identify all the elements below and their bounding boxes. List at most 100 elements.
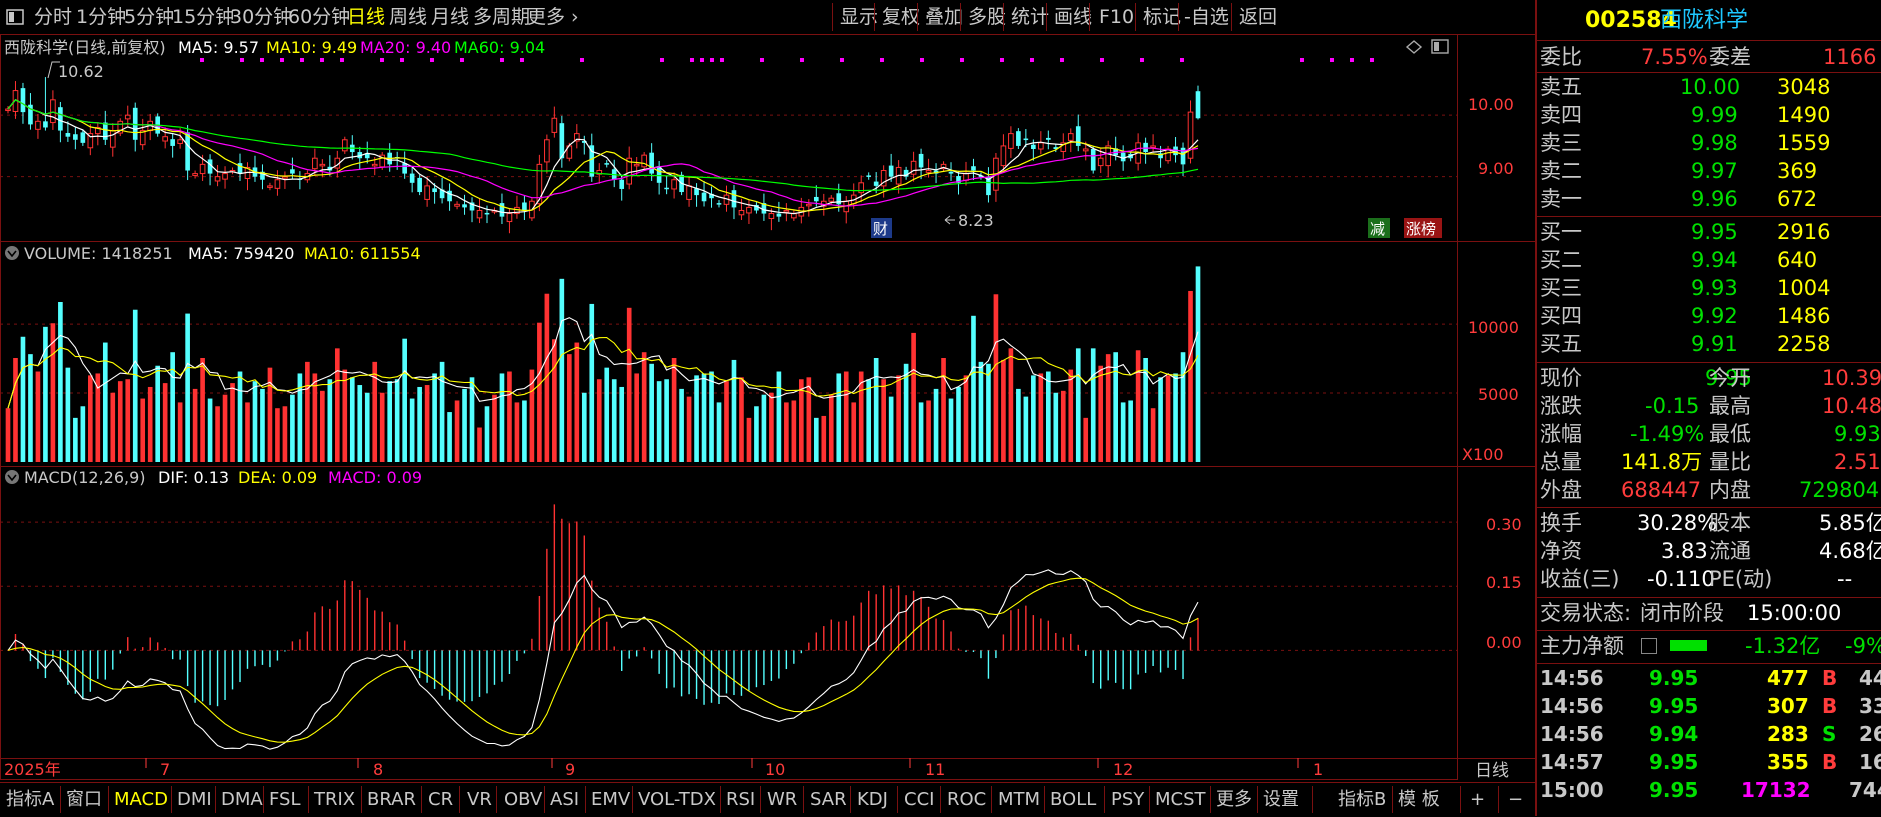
zoom-in-button[interactable]: + [1470, 783, 1485, 816]
volume-bar [177, 402, 183, 462]
bid-volume: 1486 [1777, 304, 1831, 328]
signal-dot [1060, 58, 1064, 62]
tool-stats-button[interactable]: 统计 [1011, 0, 1049, 34]
macd-histogram [14, 504, 1199, 707]
window-button[interactable]: 窗口 [66, 783, 102, 816]
indicator-emv-tab[interactable]: EMV [591, 783, 630, 816]
main-flow-row: 主力净额 -1.32亿 -9% [1537, 632, 1881, 660]
signal-dot [1370, 58, 1374, 62]
ask-price: 9.97 [1691, 159, 1738, 183]
indicator-mtm-tab[interactable]: MTM [998, 783, 1040, 816]
volume-bar [499, 373, 505, 462]
signal-dot [1000, 58, 1004, 62]
indicator-trix-tab[interactable]: TRIX [314, 783, 355, 816]
signal-dot [280, 58, 284, 62]
settings-button[interactable]: 设置 [1263, 783, 1299, 816]
tool-watchlist-button[interactable]: -自选 [1184, 0, 1229, 34]
candle-body [290, 169, 295, 174]
candle-body [619, 179, 625, 189]
volume-bar [1023, 396, 1029, 462]
volume-bar [537, 322, 542, 462]
indicator-brar-tab[interactable]: BRAR [367, 783, 416, 816]
candle-body [417, 177, 422, 193]
stat-row: 涨幅 -1.49% 最低 9.93 [1537, 420, 1881, 448]
indicator-group-b-button[interactable]: 指标B [1338, 783, 1386, 816]
period-tab-60min[interactable]: 60分钟 [288, 0, 350, 34]
indicator-boll-tab[interactable]: BOLL [1050, 783, 1096, 816]
signal-dot [1350, 58, 1354, 62]
indicator-dmi-tab[interactable]: DMI [177, 783, 212, 816]
candle-body [1031, 144, 1036, 149]
volume-bar [162, 383, 168, 462]
volume-collapse-icon[interactable] [5, 246, 19, 260]
indicator-vr-tab[interactable]: VR [467, 783, 492, 816]
indicator-vol-tdx-tab[interactable]: VOL-TDX [638, 783, 716, 816]
indicator-asi-tab[interactable]: ASI [550, 783, 579, 816]
candle-body [836, 193, 842, 205]
indicator-kdj-tab[interactable]: KDJ [857, 783, 888, 816]
indicator-obv-tab[interactable]: OBV [504, 783, 542, 816]
indicator-mcst-tab[interactable]: MCST [1155, 783, 1206, 816]
tool-mark-button[interactable]: 标记 [1143, 0, 1181, 34]
period-tab-15min[interactable]: 15分钟 [172, 0, 234, 34]
window-toggle-icon-fill [1434, 42, 1439, 51]
main-flow-pct: -9% [1845, 634, 1881, 658]
period-tab-30min[interactable]: 30分钟 [230, 0, 292, 34]
zoom-out-button[interactable]: − [1508, 783, 1523, 816]
indicator-wr-tab[interactable]: WR [767, 783, 797, 816]
period-tab-daily[interactable]: 日线 [347, 0, 385, 34]
date-label: 8 [373, 760, 383, 779]
tool-draw-button[interactable]: 画线 [1054, 0, 1092, 34]
volume-bar [971, 315, 976, 462]
menu-icon[interactable] [6, 0, 26, 34]
candle-body [738, 209, 745, 216]
stat-label: 现价 [1540, 366, 1582, 390]
indicator-group-a-button[interactable]: 指标A [6, 783, 54, 816]
period-tab-weekly[interactable]: 周线 [389, 0, 427, 34]
indicator-rsi-tab[interactable]: RSI [726, 783, 755, 816]
candle-body [282, 176, 288, 179]
tool-back-button[interactable]: 返回 [1239, 0, 1277, 34]
period-tab-multi[interactable]: 多周期 [473, 0, 530, 34]
indicator-macd-tab[interactable]: MACD [114, 783, 168, 816]
reduce-badge-label: 减 [1370, 220, 1385, 238]
tool-overlay-button[interactable]: 叠加 [925, 0, 963, 34]
indicator-cr-tab[interactable]: CR [428, 783, 453, 816]
tool-adjust-button[interactable]: 复权 [882, 0, 920, 34]
period-tab-5min[interactable]: 5分钟 [124, 0, 174, 34]
period-tab-1min[interactable]: 1分钟 [76, 0, 126, 34]
signal-dot [800, 58, 804, 62]
candle-body [447, 190, 452, 202]
period-tab-intraday[interactable]: 分时 [34, 0, 72, 34]
list-icon[interactable] [1641, 638, 1657, 654]
indicator-roc-tab[interactable]: ROC [947, 783, 986, 816]
indicator-dma-tab[interactable]: DMA [221, 783, 263, 816]
indicator-sar-tab[interactable]: SAR [810, 783, 847, 816]
bid-label: 买一 [1540, 220, 1582, 244]
volume-bar [192, 388, 198, 462]
volume-bar [911, 332, 916, 462]
period-tab-monthly[interactable]: 月线 [431, 0, 469, 34]
more-indicators-button[interactable]: 更多 [1216, 783, 1252, 816]
tool-display-button[interactable]: 显示 [840, 0, 878, 34]
diamond-icon[interactable] [1405, 40, 1423, 54]
candle-body [1000, 145, 1007, 167]
stat2-label: 换手 [1540, 511, 1582, 535]
signal-dot [520, 58, 524, 62]
tool-multi-stock-button[interactable]: 多股 [968, 0, 1006, 34]
stock-chart-svg[interactable]: 西陇科学(日线,前复权) MA5: 9.57 MA10: 9.49 MA20: … [0, 34, 1535, 781]
candle-body [402, 163, 407, 174]
period-tab-more[interactable]: 更多 › [527, 0, 579, 34]
template-button[interactable]: 模 板 [1398, 783, 1440, 816]
stat2-row: 收益(三) -0.110 PE(动) -- [1537, 565, 1881, 593]
chart-area[interactable]: 西陇科学(日线,前复权) MA5: 9.57 MA10: 9.49 MA20: … [0, 34, 1535, 781]
volume-bar [679, 388, 684, 462]
indicator-cci-tab[interactable]: CCI [904, 783, 934, 816]
tool-f10-button[interactable]: F10 [1099, 0, 1134, 34]
macd-axis-000: 0.00 [1486, 633, 1522, 652]
volume-bar [185, 313, 190, 462]
indicator-fsl-tab[interactable]: FSL [269, 783, 301, 816]
indicator-psy-tab[interactable]: PSY [1111, 783, 1144, 816]
candle-body [641, 154, 647, 168]
macd-collapse-icon[interactable] [5, 470, 19, 484]
